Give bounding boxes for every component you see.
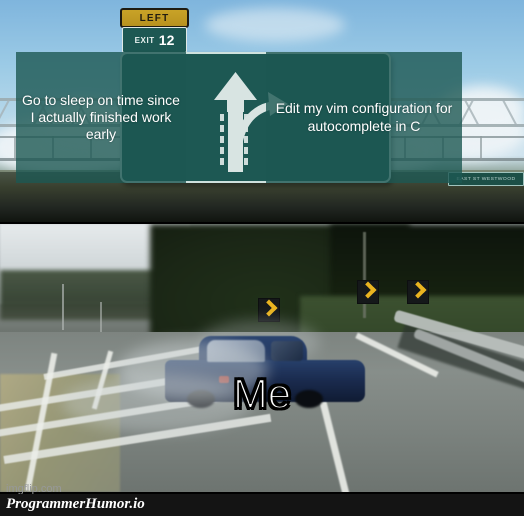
programmerhumor-footer-bar: ProgrammerHumor.io <box>0 494 524 516</box>
left-tab-label: LEFT <box>139 12 170 24</box>
exit-number-label: 12 <box>158 32 175 48</box>
top-panel-highway-sign: EAST ST WESTWOOD LEFT EXIT 12 Go to slee… <box>0 0 524 222</box>
caption-exit-option: Edit my vim configuration for autocomple… <box>266 52 462 183</box>
light-pole <box>100 302 102 336</box>
caption-me: Me <box>232 370 292 417</box>
caption-straight-option: Go to sleep on time since I actually fin… <box>16 52 186 183</box>
exit-word-label: EXIT <box>134 35 155 45</box>
chevron-sign-icon <box>407 280 429 304</box>
meme-image: EAST ST WESTWOOD LEFT EXIT 12 Go to slee… <box>0 0 524 516</box>
left-tab-plaque: LEFT <box>120 8 189 28</box>
street-blade-label: EAST ST WESTWOOD <box>456 176 516 182</box>
utility-pole <box>363 232 366 318</box>
bottom-panel-drifting-car <box>0 224 524 492</box>
light-pole <box>62 284 64 330</box>
chevron-sign-icon <box>357 280 379 304</box>
cloud <box>205 8 345 42</box>
exit-tab-sign: LEFT EXIT 12 <box>120 8 189 53</box>
exit-number-plaque: EXIT 12 <box>122 27 187 53</box>
caption-straight-text: Go to sleep on time since I actually fin… <box>22 91 180 143</box>
caption-exit-text: Edit my vim configuration for autocomple… <box>275 100 453 134</box>
chevron-sign-icon <box>258 298 280 322</box>
programmerhumor-watermark: ProgrammerHumor.io <box>6 496 145 512</box>
